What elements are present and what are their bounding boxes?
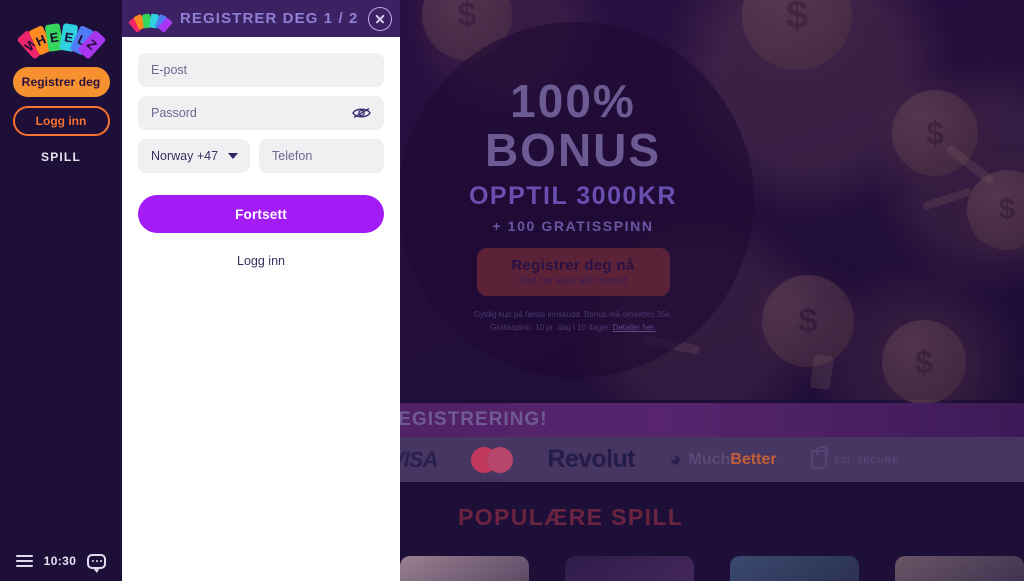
- mastercard-circle-right: [487, 446, 514, 473]
- close-icon[interactable]: [368, 6, 392, 31]
- muchbetter-much: Much: [688, 450, 731, 468]
- modal-body: Norway +47 Fortsett Logg inn: [122, 37, 400, 284]
- promo-upto-amount: OPPTIL 3000KR: [468, 182, 677, 211]
- chat-dot: [99, 560, 102, 562]
- modal-logo-icon: [127, 9, 173, 33]
- toggle-password-visibility-icon[interactable]: [352, 107, 371, 120]
- sidebar-item-spill[interactable]: SPILL: [41, 150, 81, 164]
- promo-headline-bonus: BONUS: [484, 124, 662, 176]
- hamburger-line: [15, 555, 33, 557]
- muchbetter-icon: ◕: [668, 447, 682, 471]
- promo-cta-label: Registrer deg nå: [511, 257, 635, 275]
- registration-modal: REGISTRER DEG 1 / 2 Norway +4: [122, 0, 400, 581]
- email-field-wrapper: [138, 53, 384, 87]
- modal-login-link[interactable]: Logg inn: [138, 254, 384, 268]
- promo-terms: Gyldig kun på første innskudd. Bonus må …: [463, 308, 683, 334]
- game-card[interactable]: [730, 556, 859, 581]
- chevron-down-icon: [228, 153, 238, 159]
- page-root: 100% BONUS OPPTIL 3000KR + 100 GRATISSPI…: [0, 0, 1024, 581]
- email-field[interactable]: [138, 53, 384, 87]
- ssl-secure-label: SSL SECURE: [833, 454, 899, 465]
- chat-bubble-icon[interactable]: [87, 553, 107, 573]
- promo-free-spins: + 100 GRATISSPINN: [492, 218, 654, 235]
- game-card[interactable]: [400, 556, 529, 581]
- sidebar-register-button[interactable]: Registrer deg: [12, 67, 110, 97]
- logo-fan: W H E E L Z: [16, 23, 106, 60]
- muchbetter-wordmark: MuchBetter: [689, 451, 777, 469]
- clock-label: 10:30: [43, 554, 77, 568]
- promo-headline-percent: 100%: [510, 75, 636, 127]
- muchbetter-logo: ◕ MuchBetter: [669, 448, 777, 472]
- phone-row: Norway +47: [138, 139, 384, 173]
- hamburger-line: [15, 565, 33, 567]
- game-card[interactable]: [565, 556, 694, 581]
- popular-games-title: POPULÆRE SPILL: [458, 504, 684, 530]
- chat-dot: [95, 560, 98, 562]
- promo-cta-sublabel: Det tar kun ett minutt: [518, 275, 628, 288]
- hamburger-menu-icon[interactable]: [15, 555, 33, 567]
- sidebar: W H E E L Z Registrer deg Logg inn SPILL…: [0, 0, 122, 581]
- ssl-secure-badge: SSL SECURE: [810, 446, 899, 469]
- continue-button[interactable]: Fortsett: [138, 195, 384, 233]
- sidebar-login-button[interactable]: Logg inn: [12, 106, 110, 136]
- revolut-logo: Revolut: [547, 445, 635, 473]
- game-card[interactable]: [895, 556, 1024, 581]
- mastercard-wordmark: mastercard: [480, 476, 505, 482]
- wheelz-logo[interactable]: W H E E L Z: [16, 9, 106, 60]
- password-field-wrapper: [138, 96, 384, 130]
- modal-title: REGISTRER DEG 1 / 2: [180, 10, 359, 27]
- country-code-select-wrapper: Norway +47: [138, 139, 250, 173]
- sidebar-bottom-bar: 10:30: [0, 541, 122, 581]
- chat-dot: [91, 560, 94, 562]
- lock-icon: [810, 446, 828, 469]
- hamburger-line: [15, 560, 33, 562]
- promo-register-button[interactable]: Registrer deg nå Det tar kun ett minutt: [476, 248, 670, 297]
- modal-header: REGISTRER DEG 1 / 2: [122, 0, 400, 37]
- mastercard-logo: mastercard: [471, 446, 514, 482]
- muchbetter-better: Better: [730, 450, 777, 468]
- password-field[interactable]: [138, 96, 384, 130]
- phone-field[interactable]: [259, 139, 384, 173]
- promo-terms-link[interactable]: Detaljer her.: [613, 323, 656, 332]
